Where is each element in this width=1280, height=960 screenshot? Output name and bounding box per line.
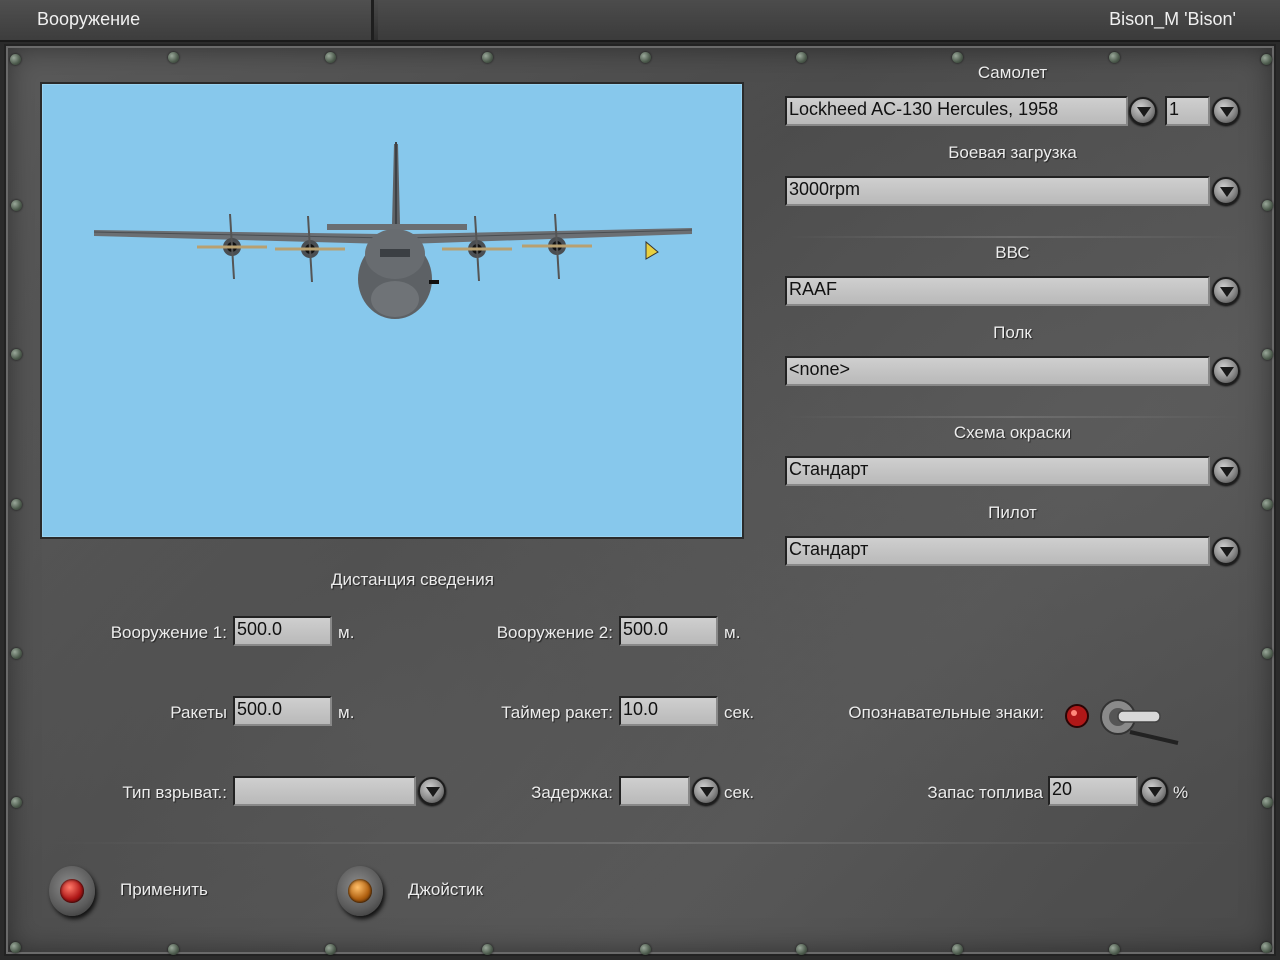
regiment-field[interactable]: <none>: [785, 356, 1210, 386]
aircraft-model-field[interactable]: Lockheed AC-130 Hercules, 1958: [785, 96, 1128, 126]
chevron-down-icon[interactable]: [1212, 457, 1240, 485]
rivet-icon: [482, 944, 493, 955]
rivet-icon: [10, 54, 21, 65]
rivet-icon: [1262, 797, 1273, 808]
regiment-label: Полк: [993, 323, 1032, 342]
rocket-timer-field[interactable]: 10.0: [619, 696, 718, 726]
divider: [40, 842, 1240, 844]
chevron-down-icon[interactable]: [1212, 277, 1240, 305]
fuze-field[interactable]: [233, 776, 416, 806]
chevron-down-icon[interactable]: [1212, 537, 1240, 565]
divider: [785, 236, 1240, 238]
weapon1-field[interactable]: 500.0: [233, 616, 332, 646]
rivet-icon: [1109, 944, 1120, 955]
rivet-icon: [1109, 52, 1120, 63]
apply-button[interactable]: [49, 866, 95, 916]
chevron-down-icon[interactable]: [692, 777, 720, 805]
title-left-section: Вооружение: [0, 0, 374, 40]
loadout-field[interactable]: 3000rpm: [785, 176, 1210, 206]
apply-label[interactable]: Применить: [120, 880, 208, 900]
rivet-icon: [796, 52, 807, 63]
aircraft-count-field[interactable]: 1: [1165, 96, 1210, 126]
chevron-down-icon[interactable]: [1212, 357, 1240, 385]
skin-label: Схема окраски: [953, 423, 1072, 442]
fuel-unit: %: [1173, 783, 1189, 802]
aircraft-model-icon: [93, 142, 693, 319]
delay-field[interactable]: [619, 776, 690, 806]
rivet-icon: [1262, 200, 1273, 211]
air-force-field[interactable]: RAAF: [785, 276, 1210, 306]
window-title: Вооружение: [37, 9, 141, 29]
rivet-icon: [952, 944, 963, 955]
rivet-icon: [1261, 54, 1272, 65]
title-right-section: Bison_M 'Bison': [378, 0, 1280, 40]
rivet-icon: [10, 942, 21, 953]
rivet-icon: [1262, 349, 1273, 360]
markings-label: Опознавательные знаки:: [848, 703, 1044, 722]
air-force-label: ВВС: [995, 243, 1030, 262]
rivet-icon: [952, 52, 963, 63]
rivet-icon: [325, 944, 336, 955]
rivet-icon: [1262, 648, 1273, 659]
delay-label: Задержка:: [531, 783, 613, 802]
rivet-icon: [325, 52, 336, 63]
rivet-icon: [796, 944, 807, 955]
rockets-label: Ракеты: [170, 703, 227, 722]
rivet-icon: [168, 52, 179, 63]
red-lamp-icon: [60, 879, 84, 903]
weapon2-label: Вооружение 2:: [496, 623, 613, 642]
pilot-label: Пилот: [988, 503, 1037, 522]
joystick-button[interactable]: [337, 866, 383, 916]
rivet-icon: [1261, 942, 1272, 953]
aircraft-label: Самолет: [977, 63, 1048, 82]
rocket-timer-unit: сек.: [724, 703, 755, 722]
rivet-icon: [11, 200, 22, 211]
chevron-down-icon[interactable]: [1140, 777, 1168, 805]
aircraft-preview[interactable]: [40, 82, 744, 539]
pilot-field[interactable]: Стандарт: [785, 536, 1210, 566]
toggle-switch-icon[interactable]: [1060, 695, 1185, 750]
divider: [785, 416, 1240, 418]
weapon2-unit: м.: [724, 623, 741, 642]
convergence-title: Дистанция сведения: [331, 570, 494, 589]
rivet-icon: [640, 52, 651, 63]
rivet-icon: [1262, 499, 1273, 510]
rockets-field[interactable]: 500.0: [233, 696, 332, 726]
chevron-down-icon[interactable]: [1212, 177, 1240, 205]
rocket-timer-label: Таймер ракет:: [501, 703, 613, 722]
chevron-down-icon[interactable]: [1129, 97, 1157, 125]
title-bar: Вооружение Bison_M 'Bison': [0, 0, 1280, 42]
user-name: Bison_M 'Bison': [1109, 9, 1236, 29]
skin-field[interactable]: Стандарт: [785, 456, 1210, 486]
rivet-icon: [168, 944, 179, 955]
amber-lamp-icon: [348, 879, 372, 903]
chevron-down-icon[interactable]: [1212, 97, 1240, 125]
weapon2-field[interactable]: 500.0: [619, 616, 718, 646]
weapon1-label: Вооружение 1:: [110, 623, 227, 642]
rivet-icon: [11, 797, 22, 808]
fuel-label: Запас топлива: [927, 783, 1043, 802]
fuel-field[interactable]: 20: [1048, 776, 1138, 806]
rivet-icon: [11, 499, 22, 510]
rivet-icon: [11, 349, 22, 360]
joystick-label[interactable]: Джойстик: [408, 880, 483, 900]
delay-unit: сек.: [724, 783, 755, 802]
weapon1-unit: м.: [338, 623, 355, 642]
rockets-unit: м.: [338, 703, 355, 722]
rivet-icon: [11, 648, 22, 659]
fuze-label: Тип взрыват.:: [122, 783, 227, 802]
loadout-label: Боевая загрузка: [948, 143, 1077, 162]
rivet-icon: [640, 944, 651, 955]
rivet-icon: [482, 52, 493, 63]
